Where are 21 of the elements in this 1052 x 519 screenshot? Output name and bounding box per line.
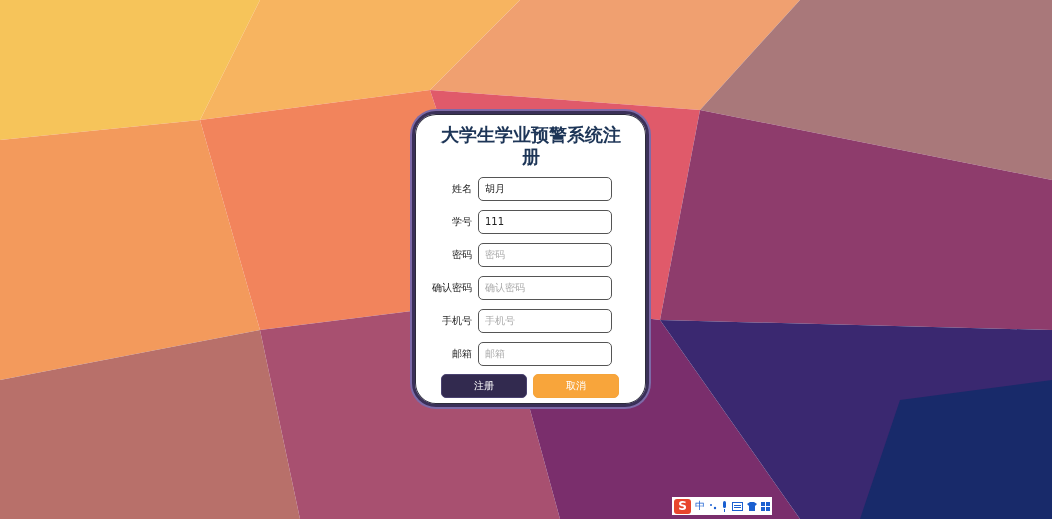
- form-title: 大学生学业预警系统注册: [439, 124, 622, 168]
- ime-logo[interactable]: S: [674, 498, 691, 514]
- input-field[interactable]: 邮箱: [478, 341, 612, 366]
- field-label: 学号: [451, 214, 472, 229]
- shirt-icon[interactable]: [747, 501, 757, 511]
- field-label: 确认密码: [431, 280, 472, 295]
- input-field[interactable]: 密码: [478, 242, 612, 267]
- field-label: 手机号: [441, 313, 472, 328]
- input-field[interactable]: 确认密码: [478, 275, 612, 300]
- input-field[interactable]: 111: [478, 209, 612, 234]
- input-mode-toggle[interactable]: 中: [695, 499, 705, 513]
- register-button[interactable]: 注册: [441, 374, 527, 398]
- input-field[interactable]: 手机号: [478, 308, 612, 333]
- field-label: 邮箱: [451, 346, 472, 361]
- field-label: 密码: [451, 247, 472, 262]
- microphone-icon[interactable]: [721, 500, 728, 512]
- punctuation-icon[interactable]: [709, 501, 717, 511]
- field-label: 姓名: [451, 181, 472, 196]
- grid-icon[interactable]: [761, 501, 770, 511]
- input-field[interactable]: 胡月: [478, 176, 612, 201]
- keyboard-icon[interactable]: [732, 501, 743, 511]
